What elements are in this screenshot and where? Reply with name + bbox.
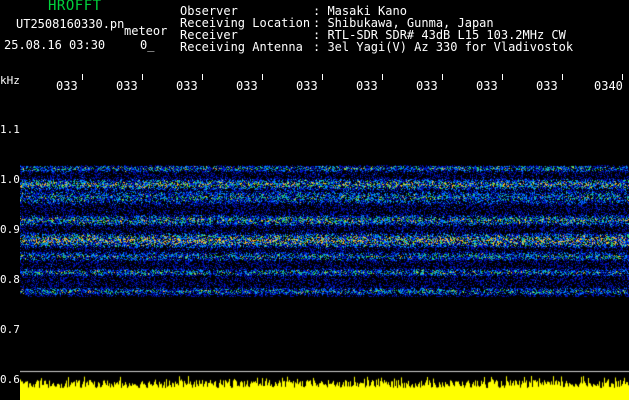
x-tick-label: 033: [536, 79, 558, 93]
x-tick-mark: [262, 74, 263, 80]
mode-label: meteor: [124, 24, 168, 38]
y-tick-label: 1.1: [0, 123, 20, 136]
x-tick-mark: [202, 74, 203, 80]
x-tick-label: 033: [296, 79, 318, 93]
count-text: 0_: [140, 38, 155, 52]
x-tick-label: 033: [476, 79, 498, 93]
x-tick-mark: [142, 74, 143, 80]
timestamp: 25.08.16 03:30: [4, 38, 106, 52]
x-tick-mark: [382, 74, 383, 80]
y-tick-label: 0.6: [0, 373, 20, 386]
header-label-antenna: Receiving Antenna: [180, 40, 303, 54]
x-tick-mark: [442, 74, 443, 80]
y-tick-label: 0.7: [0, 323, 20, 336]
y-tick-label: 1.0: [0, 173, 20, 186]
x-tick-label: 033: [236, 79, 258, 93]
y-tick-label: 0.8: [0, 273, 20, 286]
x-tick-label: 033: [356, 79, 378, 93]
spectrogram-plot: [20, 94, 629, 400]
y-axis-unit: kHz: [0, 74, 20, 87]
x-tick-mark: [322, 74, 323, 80]
app-title: HROFFT: [48, 0, 102, 14]
file-name: UT2508160330.pn: [16, 17, 125, 31]
x-tick-mark: [502, 74, 503, 80]
x-tick-label: 033: [176, 79, 198, 93]
x-tick-label: 033: [416, 79, 438, 93]
y-tick-label: 0.9: [0, 223, 20, 236]
x-tick-mark: [562, 74, 563, 80]
header-value-antenna: : 3el Yagi(V) Az 330 for Vladivostok: [313, 40, 574, 54]
x-tick-label: 0340: [594, 79, 623, 93]
x-tick-mark: [82, 74, 83, 80]
x-tick-label: 033: [56, 79, 78, 93]
x-tick-label: 033: [116, 79, 138, 93]
